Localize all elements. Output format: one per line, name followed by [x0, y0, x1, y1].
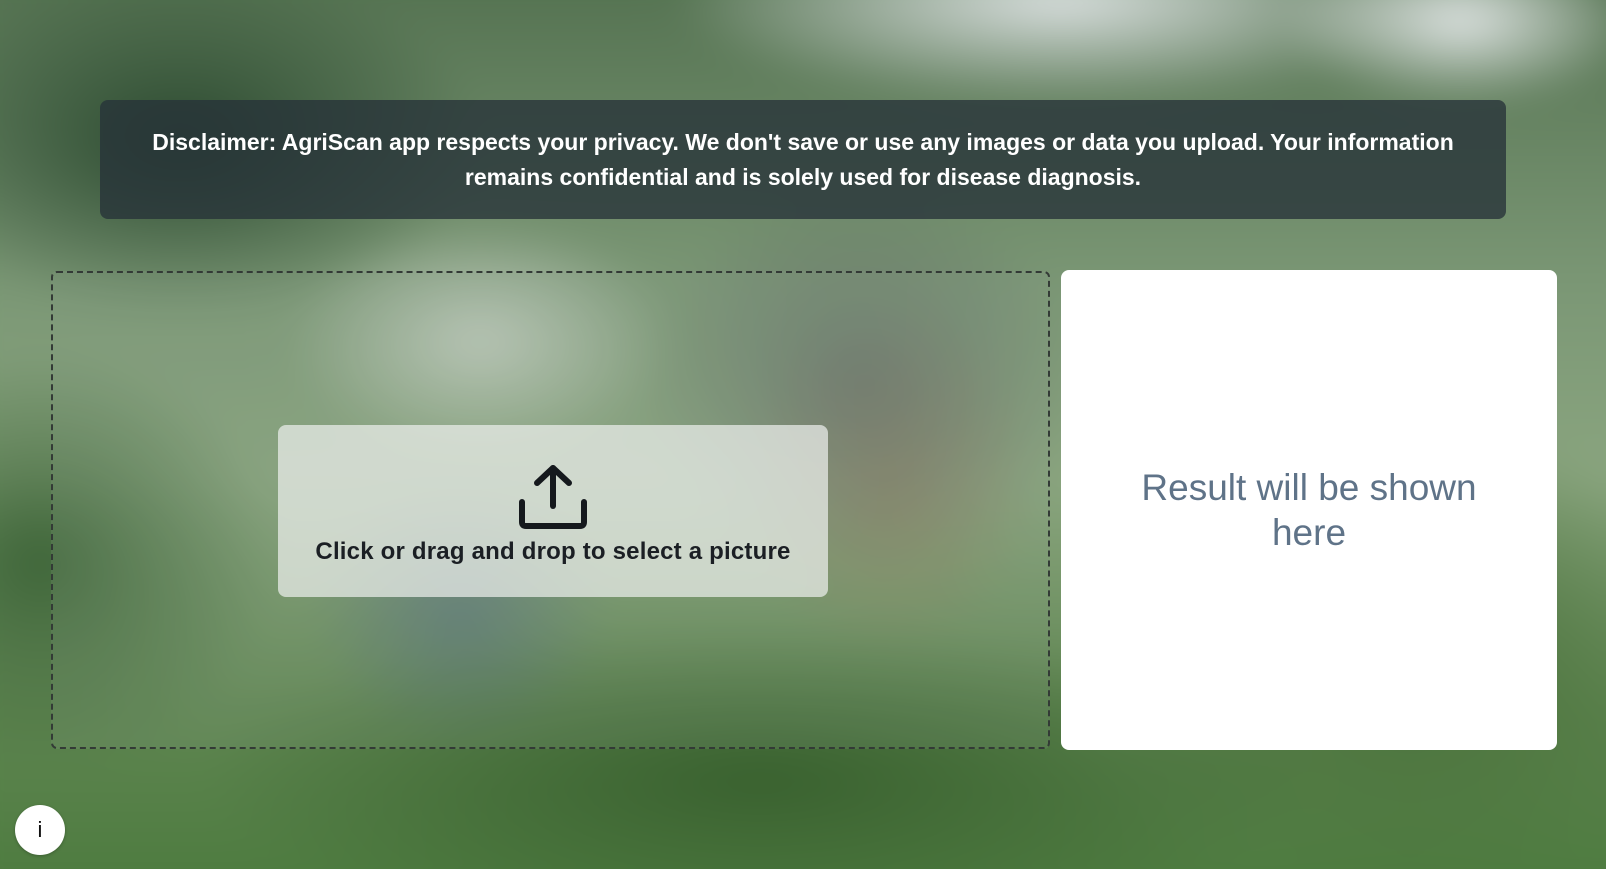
disclaimer-banner: Disclaimer: AgriScan app respects your p… — [100, 100, 1506, 219]
disclaimer-text: Disclaimer: AgriScan app respects your p… — [152, 128, 1454, 190]
result-placeholder: Result will be shown here — [1141, 467, 1477, 553]
image-dropzone[interactable]: Click or drag and drop to select a pictu… — [51, 271, 1050, 749]
info-button[interactable]: i — [15, 805, 65, 855]
upload-button[interactable]: Click or drag and drop to select a pictu… — [278, 425, 828, 597]
result-panel: Result will be shown here — [1061, 270, 1557, 750]
page: Disclaimer: AgriScan app respects your p… — [0, 0, 1606, 869]
upload-label: Click or drag and drop to select a pictu… — [315, 538, 791, 565]
upload-icon — [519, 465, 587, 529]
